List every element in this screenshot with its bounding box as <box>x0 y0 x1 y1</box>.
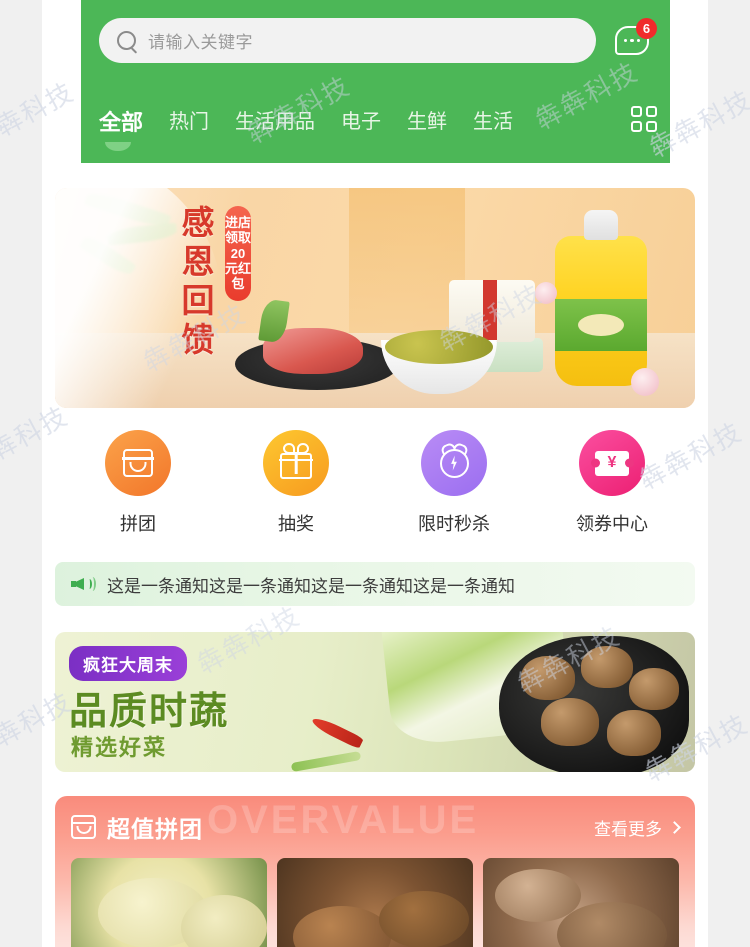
quick-action-group-buy[interactable]: 拼团 <box>59 430 217 536</box>
tab-daily-goods[interactable]: 生活用品 <box>235 103 315 134</box>
tab-life[interactable]: 生活 <box>473 103 513 134</box>
promo-subtitle: 精选好菜 <box>71 735 168 760</box>
search-row: 请输入关键字 6 <box>81 17 670 63</box>
tab-all[interactable]: 全部 <box>99 103 144 151</box>
category-tabs: 全部 热门 生活用品 电子 生鲜 生活 <box>81 103 670 155</box>
tab-label: 电子 <box>341 111 382 133</box>
notice-bar[interactable]: 这是一条通知这是一条通知这是一条通知这是一条通知 <box>55 562 695 606</box>
promo-badge: 疯狂大周末 <box>69 646 187 681</box>
promo-green-onion <box>290 750 362 772</box>
hero-banner[interactable]: 感恩回馈 进店领取20元红包 <box>55 188 695 408</box>
tab-hot[interactable]: 热门 <box>169 103 209 134</box>
promo-mushroom <box>581 646 633 688</box>
search-input[interactable]: 请输入关键字 <box>99 18 596 63</box>
megaphone-icon <box>71 575 96 593</box>
group-buy-more-label: 查看更多 <box>594 819 662 839</box>
chevron-right-icon <box>668 820 681 834</box>
product-image-blob <box>378 891 470 947</box>
product-card[interactable] <box>277 858 473 947</box>
page-content: 感恩回馈 进店领取20元红包 拼团 抽奖 限时秒杀 ¥ 领券中心 这是一条通知这… <box>42 188 708 947</box>
coupon-yuan-icon: ¥ <box>595 450 629 476</box>
product-card[interactable] <box>71 858 267 947</box>
hero-rose <box>631 368 659 396</box>
promo-banner[interactable]: 疯狂大周末 品质时蔬 精选好菜 <box>55 632 695 772</box>
group-buy-title: 超值拼团 <box>107 816 203 842</box>
tab-active-indicator <box>105 142 131 151</box>
quick-action-label: 抽奖 <box>278 514 314 534</box>
alarm-bolt-icon <box>439 448 469 478</box>
hero-promo-pill: 进店领取20元红包 <box>225 206 251 301</box>
hero-mung-beans <box>385 330 493 364</box>
promo-mushroom <box>541 698 599 746</box>
tab-fresh[interactable]: 生鲜 <box>407 103 447 134</box>
quick-action-icon-circle: ¥ <box>579 430 645 496</box>
tab-label: 全部 <box>99 110 144 135</box>
group-buy-header: 超值拼团 查看更多 <box>70 810 681 844</box>
gift-icon <box>279 442 313 479</box>
hero-oil-label <box>555 299 647 351</box>
search-icon <box>117 31 136 50</box>
hero-background-wall <box>349 188 465 347</box>
promo-chili <box>310 714 364 750</box>
tab-label: 生活用品 <box>235 111 316 133</box>
product-card[interactable] <box>483 858 679 947</box>
product-image-blob <box>292 906 391 947</box>
product-image-blob <box>180 895 267 947</box>
hero-title: 感恩回馈 <box>181 204 215 358</box>
tab-electronics[interactable]: 电子 <box>341 103 381 134</box>
shopping-bag-icon <box>70 815 97 839</box>
notice-text: 这是一条通知这是一条通知这是一条通知这是一条通知 <box>107 576 515 596</box>
quick-actions-row: 拼团 抽奖 限时秒杀 ¥ 领券中心 <box>55 430 695 536</box>
hero-rose <box>535 282 557 304</box>
quick-action-icon-circle <box>421 430 487 496</box>
quick-action-icon-circle <box>105 430 171 496</box>
quick-action-label: 拼团 <box>120 514 156 534</box>
tab-label: 生活 <box>473 111 514 133</box>
quick-action-icon-circle <box>263 430 329 496</box>
quick-action-label: 领券中心 <box>576 514 648 534</box>
category-tabs-scroll[interactable]: 全部 热门 生活用品 电子 生鲜 生活 <box>99 103 618 155</box>
lightning-bolt-icon <box>451 455 457 471</box>
app-header: 请输入关键字 6 全部 热门 生活用品 电子 生鲜 生活 <box>81 0 670 163</box>
group-buy-section: OVERVALUE 超值拼团 查看更多 <box>55 796 695 947</box>
gift-bow-decoration <box>283 442 309 454</box>
quick-action-lottery[interactable]: 抽奖 <box>217 430 375 536</box>
chat-unread-badge: 6 <box>636 17 657 39</box>
tabs-fade-overlay <box>584 103 618 155</box>
promo-title: 品质时蔬 <box>69 691 230 733</box>
app-viewport: 请输入关键字 6 全部 热门 生活用品 电子 生鲜 生活 感恩回馈 进店领取20… <box>42 0 708 947</box>
promo-mushroom <box>521 656 575 700</box>
tab-label: 热门 <box>169 111 210 133</box>
grid-icon <box>631 106 657 132</box>
promo-mushroom <box>629 668 679 710</box>
quick-action-label: 限时秒杀 <box>418 514 490 534</box>
group-buy-more-button[interactable]: 查看更多 <box>594 815 681 840</box>
shopping-bag-icon <box>122 449 154 477</box>
all-categories-button[interactable] <box>618 103 670 132</box>
hero-oil-bottle <box>555 236 647 386</box>
quick-action-flash-sale[interactable]: 限时秒杀 <box>375 430 533 536</box>
promo-mushroom <box>607 710 661 756</box>
chat-button[interactable]: 6 <box>610 17 657 63</box>
search-placeholder: 请输入关键字 <box>148 33 253 52</box>
tab-label: 生鲜 <box>407 111 448 133</box>
group-buy-card-list <box>71 858 679 947</box>
quick-action-coupon-center[interactable]: ¥ 领券中心 <box>533 430 691 536</box>
